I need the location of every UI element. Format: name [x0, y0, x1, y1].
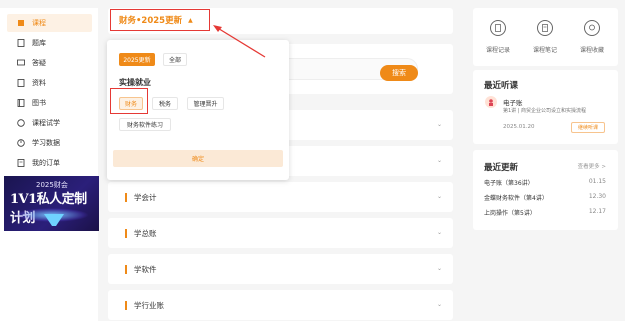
recent-lesson: 第1讲 | 商贸企业公司设立和实操流程 — [503, 108, 587, 114]
chevron-down-icon: ⌄ — [436, 301, 442, 308]
view-more-link[interactable]: 查看更多 > — [578, 162, 606, 170]
sidebar-item-label: 我的订单 — [32, 159, 60, 167]
sidebar-item-orders[interactable]: 我的订单 — [7, 154, 92, 172]
materials-icon — [17, 79, 25, 87]
chevron-down-icon: ⌄ — [436, 265, 442, 272]
sidebar-item-materials[interactable]: 资料 — [7, 74, 92, 92]
update-row[interactable]: 电子账（第36讲） 01.15 — [484, 178, 606, 187]
chevron-down-icon: ⌄ — [436, 157, 442, 164]
sidebar-item-label: 资料 — [32, 79, 46, 87]
category-accent-bar — [125, 300, 127, 310]
recent-updates-card: 最近更新 查看更多 > 电子账（第36讲） 01.15 金蝶财务软件（第4讲） … — [473, 150, 618, 230]
update-name: 电子账（第36讲） — [484, 180, 534, 187]
chevron-down-icon: ⌄ — [436, 193, 442, 200]
sidebar-item-label: 图书 — [32, 99, 46, 107]
chevron-down-icon: ⌄ — [436, 229, 442, 236]
chip-management[interactable]: 管理晋升 — [187, 97, 224, 110]
category-row-general-ledger[interactable]: 学总账 ⌄ — [108, 218, 453, 248]
recent-title: 最近听课 — [484, 81, 519, 91]
caret-up-icon: ▲ — [188, 16, 193, 24]
category-label: 学会计 — [134, 192, 157, 202]
category-row-industry[interactable]: 学行业账 ⌄ — [108, 290, 453, 320]
update-name: 上岗操作（第5讲） — [484, 210, 536, 217]
course-notes-icon[interactable] — [537, 20, 553, 36]
search-button[interactable]: 搜索 — [380, 65, 418, 81]
course-favorites-icon[interactable] — [584, 20, 600, 36]
dropdown-heading: 实操就业 — [119, 78, 151, 87]
sidebar-item-label: 课程试学 — [32, 119, 60, 127]
sidebar-item-qa[interactable]: 答疑 — [7, 54, 92, 72]
category-accent-bar — [125, 228, 127, 238]
highlight-box — [110, 88, 148, 114]
data-icon — [17, 139, 25, 147]
question-bank-icon — [17, 39, 25, 47]
sidebar: 课程 题库 答疑 资料 图书 课程试学 学习数据 我的订单 — [0, 8, 98, 321]
trial-icon — [17, 119, 25, 127]
subject-selector-label: 财务•2025更新 — [119, 16, 183, 26]
category-row-study-accounting[interactable]: 学会计 ⌄ — [108, 182, 453, 212]
quick-actions-card: 课程记录 课程笔记 课程收藏 — [473, 8, 618, 66]
course-icon — [17, 19, 25, 27]
category-label: 学总账 — [134, 228, 157, 238]
recent-date: 2025.01.20 — [503, 124, 535, 130]
chip-all[interactable]: 全部 — [163, 53, 187, 66]
order-icon — [17, 159, 25, 167]
continue-button[interactable]: 继续听课 — [571, 122, 605, 133]
update-date: 01.15 — [588, 178, 606, 185]
recent-lessons-card: 最近听课 电子账 第1讲 | 商贸企业公司设立和实操流程 2025.01.20 … — [473, 70, 618, 144]
quick-label: 课程收藏 — [579, 47, 604, 54]
book-icon — [17, 99, 25, 107]
category-row-software[interactable]: 学软件 ⌄ — [108, 254, 453, 284]
sidebar-item-books[interactable]: 图书 — [7, 94, 92, 112]
update-date: 12.30 — [588, 193, 606, 200]
update-row[interactable]: 上岗操作（第5讲） 12.17 — [484, 208, 606, 217]
sidebar-item-data[interactable]: 学习数据 — [7, 134, 92, 152]
update-row[interactable]: 金蝶财务软件（第4讲） 12.30 — [484, 193, 606, 202]
category-label: 学行业账 — [134, 300, 164, 310]
category-accent-bar — [125, 192, 127, 202]
sidebar-item-label: 学习数据 — [32, 139, 60, 147]
quick-label: 课程记录 — [485, 47, 510, 54]
update-name: 金蝶财务软件（第4讲） — [484, 195, 548, 202]
promo-banner[interactable]: 2025财会 1V1私人定制计划 — [4, 176, 99, 231]
sidebar-item-question-bank[interactable]: 题库 — [7, 34, 92, 52]
sidebar-item-label: 课程 — [32, 19, 46, 27]
category-accent-bar — [125, 264, 127, 274]
recent-teacher: 电子账 — [503, 99, 523, 107]
chip-tax[interactable]: 税务 — [152, 97, 178, 110]
category-label: 学软件 — [134, 264, 157, 274]
chip-finance-software[interactable]: 财务软件练习 — [119, 118, 171, 131]
confirm-button[interactable]: 确定 — [113, 150, 283, 167]
qa-icon — [17, 59, 25, 67]
quick-label: 课程笔记 — [532, 47, 557, 54]
updates-title: 最近更新 — [484, 163, 519, 173]
sidebar-item-label: 题库 — [32, 39, 46, 47]
chevron-down-icon: ⌄ — [436, 121, 442, 128]
subject-selector[interactable]: 财务•2025更新 ▲ — [110, 9, 210, 31]
sidebar-item-label: 答疑 — [32, 59, 46, 67]
teacher-avatar — [485, 96, 497, 108]
banner-trophy-icon — [44, 214, 64, 226]
update-date: 12.17 — [588, 208, 606, 215]
sidebar-item-trial[interactable]: 课程试学 — [7, 114, 92, 132]
chip-2025-update[interactable]: 2025更新 — [119, 53, 155, 66]
course-record-icon[interactable] — [490, 20, 506, 36]
sidebar-item-course[interactable]: 课程 — [7, 14, 92, 32]
